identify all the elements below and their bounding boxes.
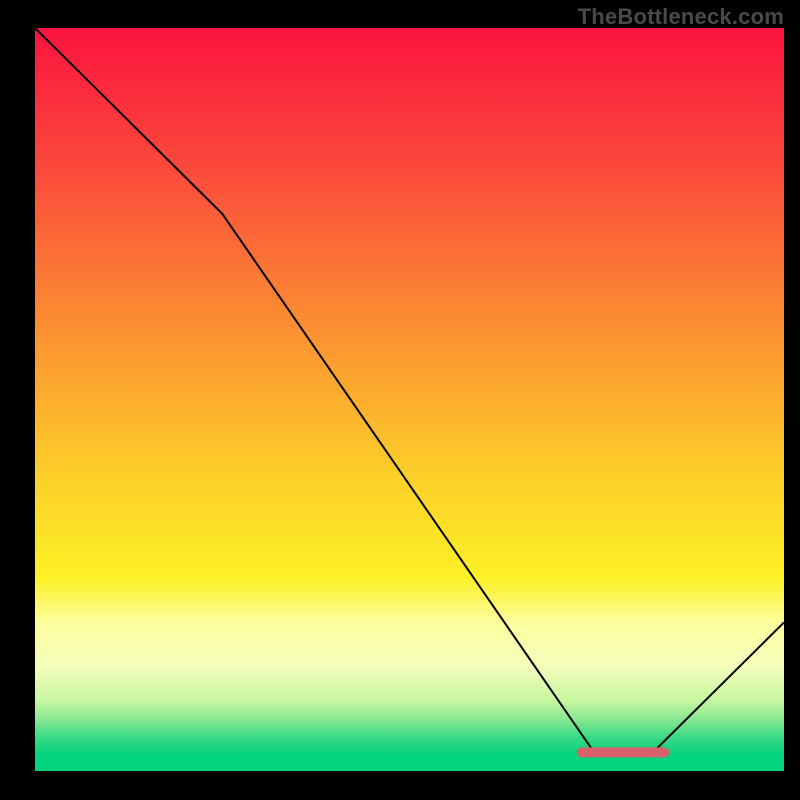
chart-container: TheBottleneck.com bbox=[0, 0, 800, 800]
bottleneck-chart bbox=[0, 0, 800, 800]
watermark-text: TheBottleneck.com bbox=[578, 4, 784, 30]
